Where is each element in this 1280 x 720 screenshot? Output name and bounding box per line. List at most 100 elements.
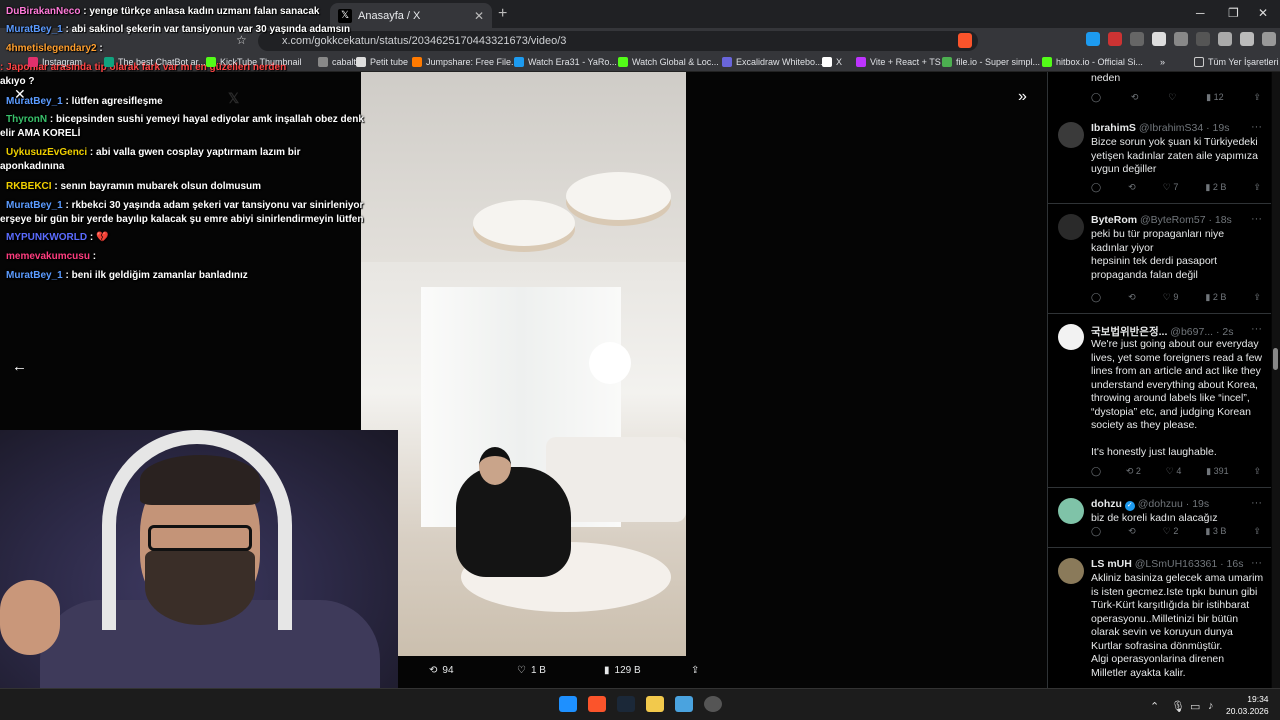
- chat-username[interactable]: MuratBey_1: [6, 24, 63, 35]
- chat-username[interactable]: MYPUNKWORLD: [6, 232, 87, 243]
- bookmark-item[interactable]: Excalidraw Whitebo...: [722, 57, 823, 67]
- reply-handle-time[interactable]: @b697... · 2s: [1170, 326, 1233, 338]
- more-options-icon[interactable]: ···: [1251, 497, 1262, 509]
- heart-icon[interactable]: ♡: [1168, 92, 1176, 103]
- reply-handle-time[interactable]: @ByteRom57 · 18s: [1140, 214, 1232, 226]
- share-button[interactable]: ⇪: [691, 665, 699, 676]
- reply-handle-time[interactable]: @dohzuu · 19s: [1138, 498, 1209, 510]
- bookmark-item[interactable]: Petit tube: [356, 57, 408, 67]
- more-options-icon[interactable]: ···: [1251, 213, 1262, 225]
- views-button[interactable]: ▮ 129 B: [604, 665, 641, 676]
- views-icon[interactable]: ▮ 2 B: [1205, 182, 1226, 193]
- extension-icon[interactable]: [1130, 32, 1144, 46]
- bookmark-item[interactable]: hitbox.io - Official Si...: [1042, 57, 1143, 67]
- reply-card[interactable]: 국보법위반은정... @b697... · 2s ··· We're just go…: [1048, 314, 1271, 488]
- steam-icon[interactable]: [617, 696, 635, 712]
- chat-username[interactable]: UykusuzEvGenci: [6, 147, 87, 158]
- close-window-icon[interactable]: ✕: [1258, 6, 1268, 20]
- network-icon[interactable]: ▭: [1190, 700, 1200, 713]
- heart-icon[interactable]: ♡ 4: [1166, 466, 1182, 477]
- all-bookmarks[interactable]: Tüm Yer İşaretleri: [1194, 57, 1279, 67]
- reply-card[interactable]: ByteRom @ByteRom57 · 18s ··· peki bu tür p…: [1048, 204, 1271, 314]
- avatar[interactable]: [1058, 558, 1084, 584]
- extension-icon[interactable]: [1174, 32, 1188, 46]
- extension-icon[interactable]: [1152, 32, 1166, 46]
- bookmark-item[interactable]: Instagram: [28, 57, 82, 67]
- bookmark-item[interactable]: cabalt: [318, 57, 356, 67]
- minimize-icon[interactable]: ─: [1196, 6, 1205, 20]
- more-options-icon[interactable]: ···: [1251, 557, 1262, 569]
- extension-icon[interactable]: [1240, 32, 1254, 46]
- chat-username[interactable]: 4hmetislegendary2: [6, 43, 97, 54]
- chat-username[interactable]: DuBirakanNeco: [6, 6, 80, 17]
- file-explorer-icon[interactable]: [646, 696, 664, 712]
- menu-icon[interactable]: [1262, 32, 1276, 46]
- reply-icon[interactable]: ◯: [1091, 92, 1101, 103]
- retweet-icon[interactable]: ⟲: [1128, 182, 1136, 193]
- chat-username[interactable]: MuratBey_1: [6, 270, 63, 281]
- previous-arrow-icon[interactable]: ←: [12, 358, 27, 375]
- views-icon[interactable]: ▮ 391: [1206, 466, 1228, 477]
- retweet-icon[interactable]: ⟲: [1128, 292, 1136, 303]
- views-icon[interactable]: ▮ 3 B: [1205, 526, 1226, 537]
- scrollbar[interactable]: [1272, 72, 1280, 688]
- share-icon[interactable]: ⇪: [1253, 182, 1261, 193]
- reply-icon[interactable]: ◯: [1091, 466, 1101, 477]
- tray-chevron-icon[interactable]: ⌃: [1150, 700, 1159, 713]
- avatar[interactable]: [1058, 498, 1084, 524]
- avatar[interactable]: [1058, 214, 1084, 240]
- reply-card[interactable]: LS mUH @LSmUH163361 · 16s ··· Akliniz basi…: [1048, 548, 1271, 688]
- reply-author-name[interactable]: ByteRom: [1091, 214, 1140, 226]
- chat-username[interactable]: MuratBey_1: [6, 96, 63, 107]
- reply-icon[interactable]: ◯: [1091, 182, 1101, 193]
- heart-icon[interactable]: ♡ 2: [1163, 526, 1179, 537]
- heart-icon[interactable]: ♡ 7: [1163, 182, 1179, 193]
- chat-username[interactable]: memevakumcusu: [6, 251, 90, 262]
- reply-author-name[interactable]: IbrahimS: [1091, 122, 1139, 134]
- microphone-icon[interactable]: 🎙: [1171, 700, 1185, 713]
- share-icon[interactable]: ⇪: [1253, 526, 1261, 537]
- bookmark-star-icon[interactable]: ☆: [236, 33, 247, 47]
- reply-author-name[interactable]: dohzu: [1091, 498, 1125, 510]
- brave-shield-icon[interactable]: [958, 33, 972, 48]
- expand-panel-icon[interactable]: »: [1018, 88, 1027, 106]
- scrollbar-thumb[interactable]: [1273, 348, 1278, 370]
- avatar[interactable]: [1058, 324, 1084, 350]
- video-player[interactable]: [361, 72, 686, 656]
- retweet-button[interactable]: ⟲ 94: [429, 665, 454, 676]
- more-options-icon[interactable]: ···: [1251, 323, 1262, 335]
- reply-author-name[interactable]: LS mUH: [1091, 558, 1135, 570]
- share-icon[interactable]: ⇪: [1253, 466, 1261, 477]
- app-icon[interactable]: [675, 696, 693, 712]
- extension-icon[interactable]: [1086, 32, 1100, 46]
- bookmark-item[interactable]: Watch Global & Loc...: [618, 57, 719, 67]
- retweet-icon[interactable]: ⟲ 2: [1126, 466, 1141, 477]
- chat-username[interactable]: RKBEKCI: [6, 181, 52, 192]
- avatar[interactable]: [1058, 122, 1084, 148]
- share-icon[interactable]: ⇪: [1253, 292, 1261, 303]
- bookmark-item[interactable]: X: [822, 57, 842, 67]
- bookmark-item[interactable]: KickTube Thumbnail: [206, 57, 302, 67]
- start-menu-icon[interactable]: [559, 696, 577, 712]
- maximize-icon[interactable]: ❐: [1228, 6, 1239, 20]
- reply-handle-time[interactable]: @LSmUH163361 · 16s: [1135, 558, 1244, 570]
- volume-icon[interactable]: ♪: [1208, 700, 1214, 712]
- bookmark-item[interactable]: The best ChatBot ar...: [104, 57, 206, 67]
- extension-icon[interactable]: [1218, 32, 1232, 46]
- reply-handle-time[interactable]: @IbrahimS34 · 19s: [1139, 122, 1230, 134]
- heart-icon[interactable]: ♡ 9: [1163, 292, 1179, 303]
- share-icon[interactable]: ⇪: [1253, 92, 1261, 103]
- like-button[interactable]: ♡ 1 B: [517, 665, 546, 676]
- extension-icon[interactable]: [1196, 32, 1210, 46]
- bookmarks-more[interactable]: »: [1160, 57, 1165, 67]
- address-bar[interactable]: x.com/gokkcekatun/status/203462517044332…: [258, 31, 978, 51]
- reply-icon[interactable]: ◯: [1091, 526, 1101, 537]
- tab-anasayfa[interactable]: 𝕏 Anasayfa / X ✕: [330, 3, 492, 28]
- reply-card[interactable]: dohzu ✓ @dohzuu · 19s ··· biz de koreli ka…: [1048, 488, 1271, 548]
- bookmark-item[interactable]: Vite + React + TS: [856, 57, 941, 67]
- obs-icon[interactable]: [704, 696, 722, 712]
- bookmark-item[interactable]: Watch Era31 - YaRo...: [514, 57, 617, 67]
- retweet-icon[interactable]: ⟲: [1131, 92, 1139, 103]
- views-stat[interactable]: ▮ 12: [1206, 92, 1223, 103]
- reply-author-name[interactable]: 국보법위반은정...: [1091, 326, 1170, 338]
